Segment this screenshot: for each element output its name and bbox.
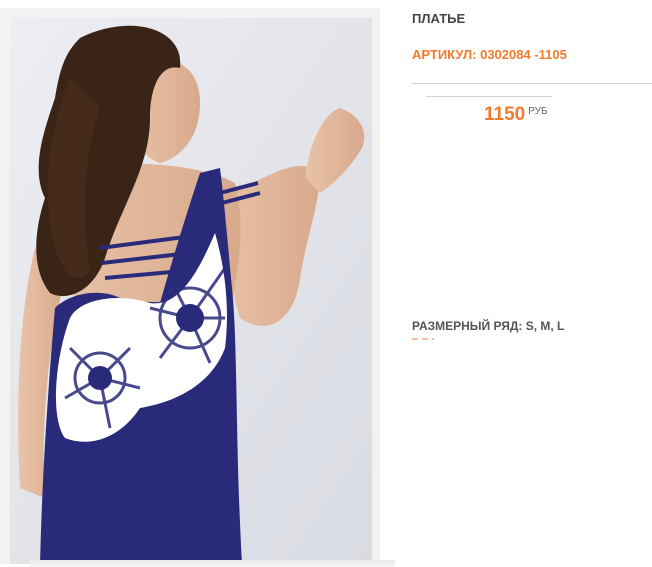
size-range-decoration	[412, 338, 434, 340]
price-value: 1150	[484, 104, 526, 125]
image-bottom-strip	[30, 560, 395, 567]
product-photo[interactable]	[10, 18, 372, 564]
product-sku: АРТИКУЛ: 0302084 -1105	[412, 47, 567, 62]
size-range: РАЗМЕРНЫЙ РЯД: S, M, L	[412, 319, 565, 333]
price-divider	[426, 96, 552, 97]
product-image-frame	[0, 8, 380, 564]
product-title: ПЛАТЬЕ	[412, 11, 466, 26]
dress-illustration	[10, 18, 372, 564]
divider	[412, 83, 652, 84]
price-block: 1150 РУБ	[484, 104, 548, 126]
price-currency: РУБ	[528, 106, 548, 117]
